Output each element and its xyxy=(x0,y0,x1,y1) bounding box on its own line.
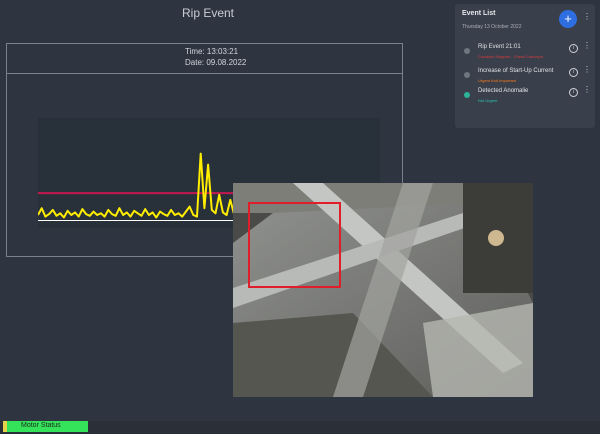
anomaly-highlight-box xyxy=(248,202,341,288)
page-title: Rip Event xyxy=(181,6,235,20)
motor-status-indicator[interactable]: Motor Status xyxy=(3,421,88,432)
more-options-icon[interactable]: ⋮ xyxy=(583,42,591,54)
more-options-icon[interactable]: ⋮ xyxy=(583,66,591,78)
more-options-icon[interactable]: ⋮ xyxy=(583,86,591,98)
info-icon[interactable]: i xyxy=(569,68,578,77)
camera-image xyxy=(233,183,533,397)
event-list-date: Thursday 13 October 2022 xyxy=(462,24,522,30)
event-item[interactable]: Detected Anomalie Not Urgent i ⋮ xyxy=(455,86,595,110)
event-item[interactable]: Increase of Start-Up Current Urgent And … xyxy=(455,66,595,90)
status-edge xyxy=(3,421,7,432)
event-subtitle: Consider Stopped - Check Conveyor xyxy=(478,54,544,59)
add-event-button[interactable]: + xyxy=(559,10,577,28)
dashboard: Rip Event Time: 13:03:21 Date: 09.08.202… xyxy=(0,0,600,434)
event-list-title: Event List xyxy=(462,10,496,17)
motor-status-label: Motor Status xyxy=(21,422,61,429)
status-dot xyxy=(464,72,470,78)
info-icon[interactable]: i xyxy=(569,44,578,53)
more-options-icon[interactable]: ⋮ xyxy=(583,13,591,25)
event-subtitle: Not Urgent xyxy=(478,98,498,103)
event-title: Rip Event 21:01 xyxy=(478,44,521,50)
event-title: Increase of Start-Up Current xyxy=(478,68,554,74)
status-dot xyxy=(464,92,470,98)
divider xyxy=(7,73,402,74)
event-subtitle: Urgent And Important xyxy=(478,78,517,83)
event-item[interactable]: Rip Event 21:01 Consider Stopped - Check… xyxy=(455,42,595,66)
series-line-0 xyxy=(38,152,235,219)
info-icon[interactable]: i xyxy=(569,88,578,97)
chart-date: Date: 09.08.2022 xyxy=(185,58,247,67)
status-bar: Motor Status xyxy=(0,421,600,434)
status-dot xyxy=(464,48,470,54)
event-list-panel: Event List Thursday 13 October 2022 + ⋮ … xyxy=(455,4,595,128)
event-title: Detected Anomalie xyxy=(478,88,529,94)
chart-time: Time: 13:03:21 xyxy=(185,47,239,56)
